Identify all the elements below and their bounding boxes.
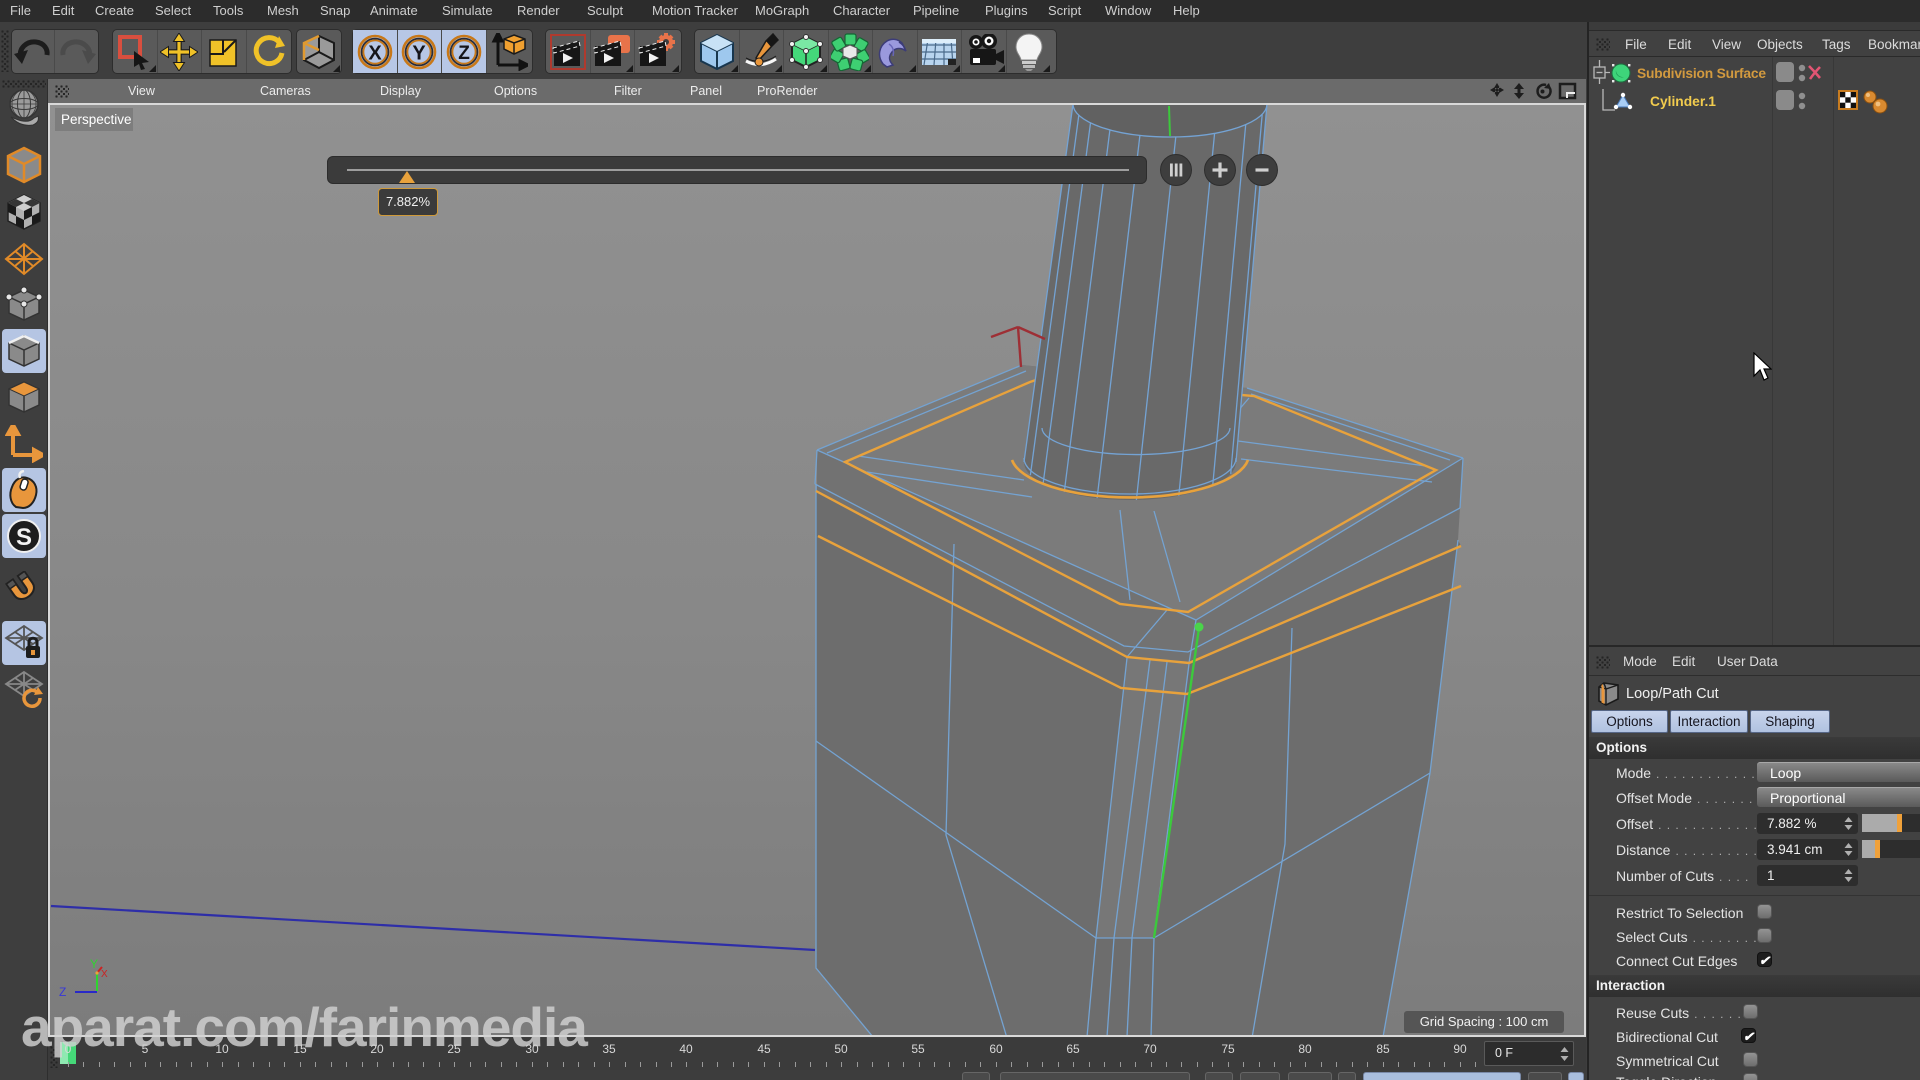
svg-text:Y: Y xyxy=(90,957,98,971)
svg-text:Y: Y xyxy=(413,42,427,64)
svg-text:X: X xyxy=(101,969,108,980)
svg-text:Cylinder.1: Cylinder.1 xyxy=(1650,94,1716,109)
svg-text:Z: Z xyxy=(458,43,470,64)
svg-text:S: S xyxy=(16,524,32,551)
svg-text:X: X xyxy=(368,42,382,64)
svg-text:Subdivision Surface: Subdivision Surface xyxy=(1637,66,1766,81)
